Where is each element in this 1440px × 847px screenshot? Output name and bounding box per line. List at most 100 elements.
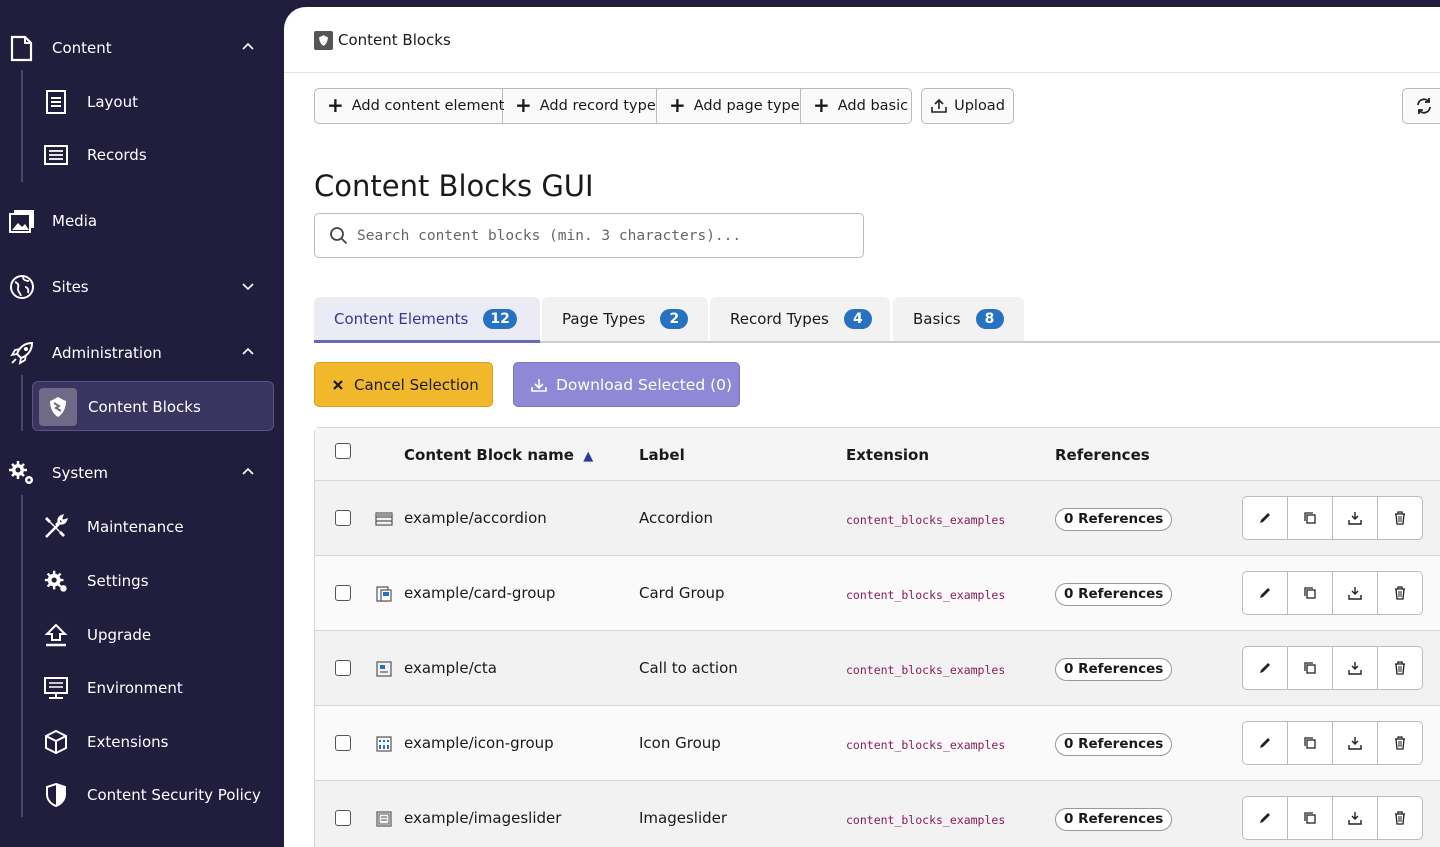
sidebar-item-maintenance[interactable]: Maintenance bbox=[32, 502, 274, 552]
sidebar-item-label: Content Blocks bbox=[88, 398, 201, 416]
content-blocks-table: Content Block name ▲ Label Extension Ref… bbox=[314, 427, 1440, 847]
delete-button[interactable] bbox=[1378, 497, 1422, 539]
imageslider-icon bbox=[376, 811, 392, 827]
globe-icon bbox=[8, 273, 36, 301]
column-header-references: References bbox=[1055, 446, 1150, 464]
tab-basics[interactable]: Basics 8 bbox=[893, 297, 1024, 341]
sidebar-item-label: Settings bbox=[87, 572, 149, 590]
duplicate-button[interactable] bbox=[1288, 797, 1333, 839]
tab-label: Record Types bbox=[730, 310, 829, 328]
pencil-icon bbox=[1260, 663, 1270, 673]
nav-group-sites[interactable]: Sites bbox=[0, 267, 284, 307]
sidebar-item-label: Layout bbox=[87, 93, 138, 111]
copy-icon bbox=[1304, 812, 1316, 824]
row-checkbox[interactable] bbox=[335, 660, 351, 676]
references-badge[interactable]: 0 References bbox=[1055, 583, 1173, 606]
search-input[interactable] bbox=[357, 222, 847, 250]
block-name: example/card-group bbox=[404, 584, 556, 602]
download-icon bbox=[1348, 662, 1362, 675]
button-label: Add page type bbox=[693, 98, 800, 114]
download-button[interactable] bbox=[1333, 722, 1378, 764]
nav-group-system[interactable]: System bbox=[0, 453, 284, 493]
download-button[interactable] bbox=[1333, 647, 1378, 689]
nav-group-content[interactable]: Content bbox=[0, 28, 284, 68]
edit-button[interactable] bbox=[1243, 797, 1288, 839]
table-row: example/icon-group Icon Group content_bl… bbox=[315, 706, 1440, 781]
references-badge[interactable]: 0 References bbox=[1055, 508, 1173, 531]
sidebar-item-label: Content Security Policy bbox=[87, 786, 261, 804]
delete-button[interactable] bbox=[1378, 572, 1422, 614]
duplicate-button[interactable] bbox=[1288, 722, 1333, 764]
refresh-icon bbox=[1417, 98, 1431, 114]
duplicate-button[interactable] bbox=[1288, 647, 1333, 689]
nav-group-media[interactable]: Media bbox=[0, 201, 284, 241]
download-selected-button[interactable]: Download Selected (0) bbox=[513, 362, 740, 407]
nav-group-administration[interactable]: Administration bbox=[0, 333, 284, 373]
nav-group-label: System bbox=[52, 464, 108, 482]
column-header-name[interactable]: Content Block name ▲ bbox=[404, 446, 593, 464]
download-button[interactable] bbox=[1333, 572, 1378, 614]
add-basic-button[interactable]: + Add basic bbox=[801, 89, 911, 123]
table-row: example/cta Call to action content_block… bbox=[315, 631, 1440, 706]
delete-button[interactable] bbox=[1378, 647, 1422, 689]
sidebar-item-settings[interactable]: Settings bbox=[32, 556, 274, 606]
sidebar-item-records[interactable]: Records bbox=[32, 130, 274, 180]
sidebar-item-upgrade[interactable]: Upgrade bbox=[32, 610, 274, 660]
close-icon bbox=[333, 379, 343, 390]
content-blocks-icon bbox=[39, 388, 77, 426]
download-button[interactable] bbox=[1333, 497, 1378, 539]
button-label: Add content element bbox=[351, 98, 505, 114]
upload-button[interactable]: Upload bbox=[921, 88, 1014, 124]
tab-content-elements[interactable]: Content Elements 12 bbox=[314, 297, 540, 343]
duplicate-button[interactable] bbox=[1288, 497, 1333, 539]
row-actions bbox=[1242, 571, 1423, 615]
references-badge[interactable]: 0 References bbox=[1055, 733, 1173, 756]
row-checkbox[interactable] bbox=[335, 585, 351, 601]
references-badge[interactable]: 0 References bbox=[1055, 808, 1173, 831]
tab-page-types[interactable]: Page Types 2 bbox=[542, 297, 708, 341]
delete-button[interactable] bbox=[1378, 722, 1422, 764]
duplicate-button[interactable] bbox=[1288, 572, 1333, 614]
download-button[interactable] bbox=[1333, 797, 1378, 839]
block-label: Accordion bbox=[639, 509, 713, 527]
edit-button[interactable] bbox=[1243, 572, 1288, 614]
nav-group-label: Content bbox=[52, 39, 112, 57]
refresh-button[interactable] bbox=[1402, 88, 1440, 124]
table-row: example/imageslider Imageslider content_… bbox=[315, 781, 1440, 847]
plus-icon: + bbox=[813, 93, 830, 117]
cube-icon bbox=[42, 728, 70, 756]
sidebar-item-content-security-policy[interactable]: Content Security Policy bbox=[32, 770, 274, 820]
sidebar-item-layout[interactable]: Layout bbox=[32, 77, 274, 127]
edit-button[interactable] bbox=[1243, 722, 1288, 764]
plus-icon: + bbox=[327, 93, 344, 117]
copy-icon bbox=[1304, 587, 1316, 599]
select-all-checkbox[interactable] bbox=[335, 443, 351, 459]
row-checkbox[interactable] bbox=[335, 735, 351, 751]
search-field[interactable] bbox=[314, 213, 864, 258]
edit-button[interactable] bbox=[1243, 647, 1288, 689]
add-page-type-button[interactable]: + Add page type bbox=[657, 89, 801, 123]
edit-button[interactable] bbox=[1243, 497, 1288, 539]
pencil-icon bbox=[1260, 813, 1270, 823]
gears-icon bbox=[42, 567, 70, 595]
row-checkbox[interactable] bbox=[335, 510, 351, 526]
references-badge[interactable]: 0 References bbox=[1055, 658, 1173, 681]
copy-icon bbox=[1304, 512, 1316, 524]
main-content: Content Blocks + Add content element + A… bbox=[284, 7, 1440, 847]
add-record-type-button[interactable]: + Add record type bbox=[503, 89, 657, 123]
nav-group-label: Administration bbox=[52, 344, 162, 362]
sidebar-item-content-blocks[interactable]: Content Blocks bbox=[32, 381, 274, 431]
button-label: Add record type bbox=[539, 98, 656, 114]
cancel-selection-button[interactable]: Cancel Selection bbox=[314, 362, 493, 407]
monitor-icon bbox=[42, 674, 70, 702]
sidebar-item-environment[interactable]: Environment bbox=[32, 663, 274, 713]
block-extension: content_blocks_examples bbox=[846, 588, 1006, 602]
add-content-element-button[interactable]: + Add content element bbox=[315, 89, 505, 123]
row-checkbox[interactable] bbox=[335, 810, 351, 826]
column-header-label: Label bbox=[639, 446, 685, 464]
sidebar-item-label: Maintenance bbox=[87, 518, 184, 536]
pencil-icon bbox=[1260, 588, 1270, 598]
delete-button[interactable] bbox=[1378, 797, 1422, 839]
tab-record-types[interactable]: Record Types 4 bbox=[710, 297, 890, 341]
sidebar-item-extensions[interactable]: Extensions bbox=[32, 717, 274, 767]
